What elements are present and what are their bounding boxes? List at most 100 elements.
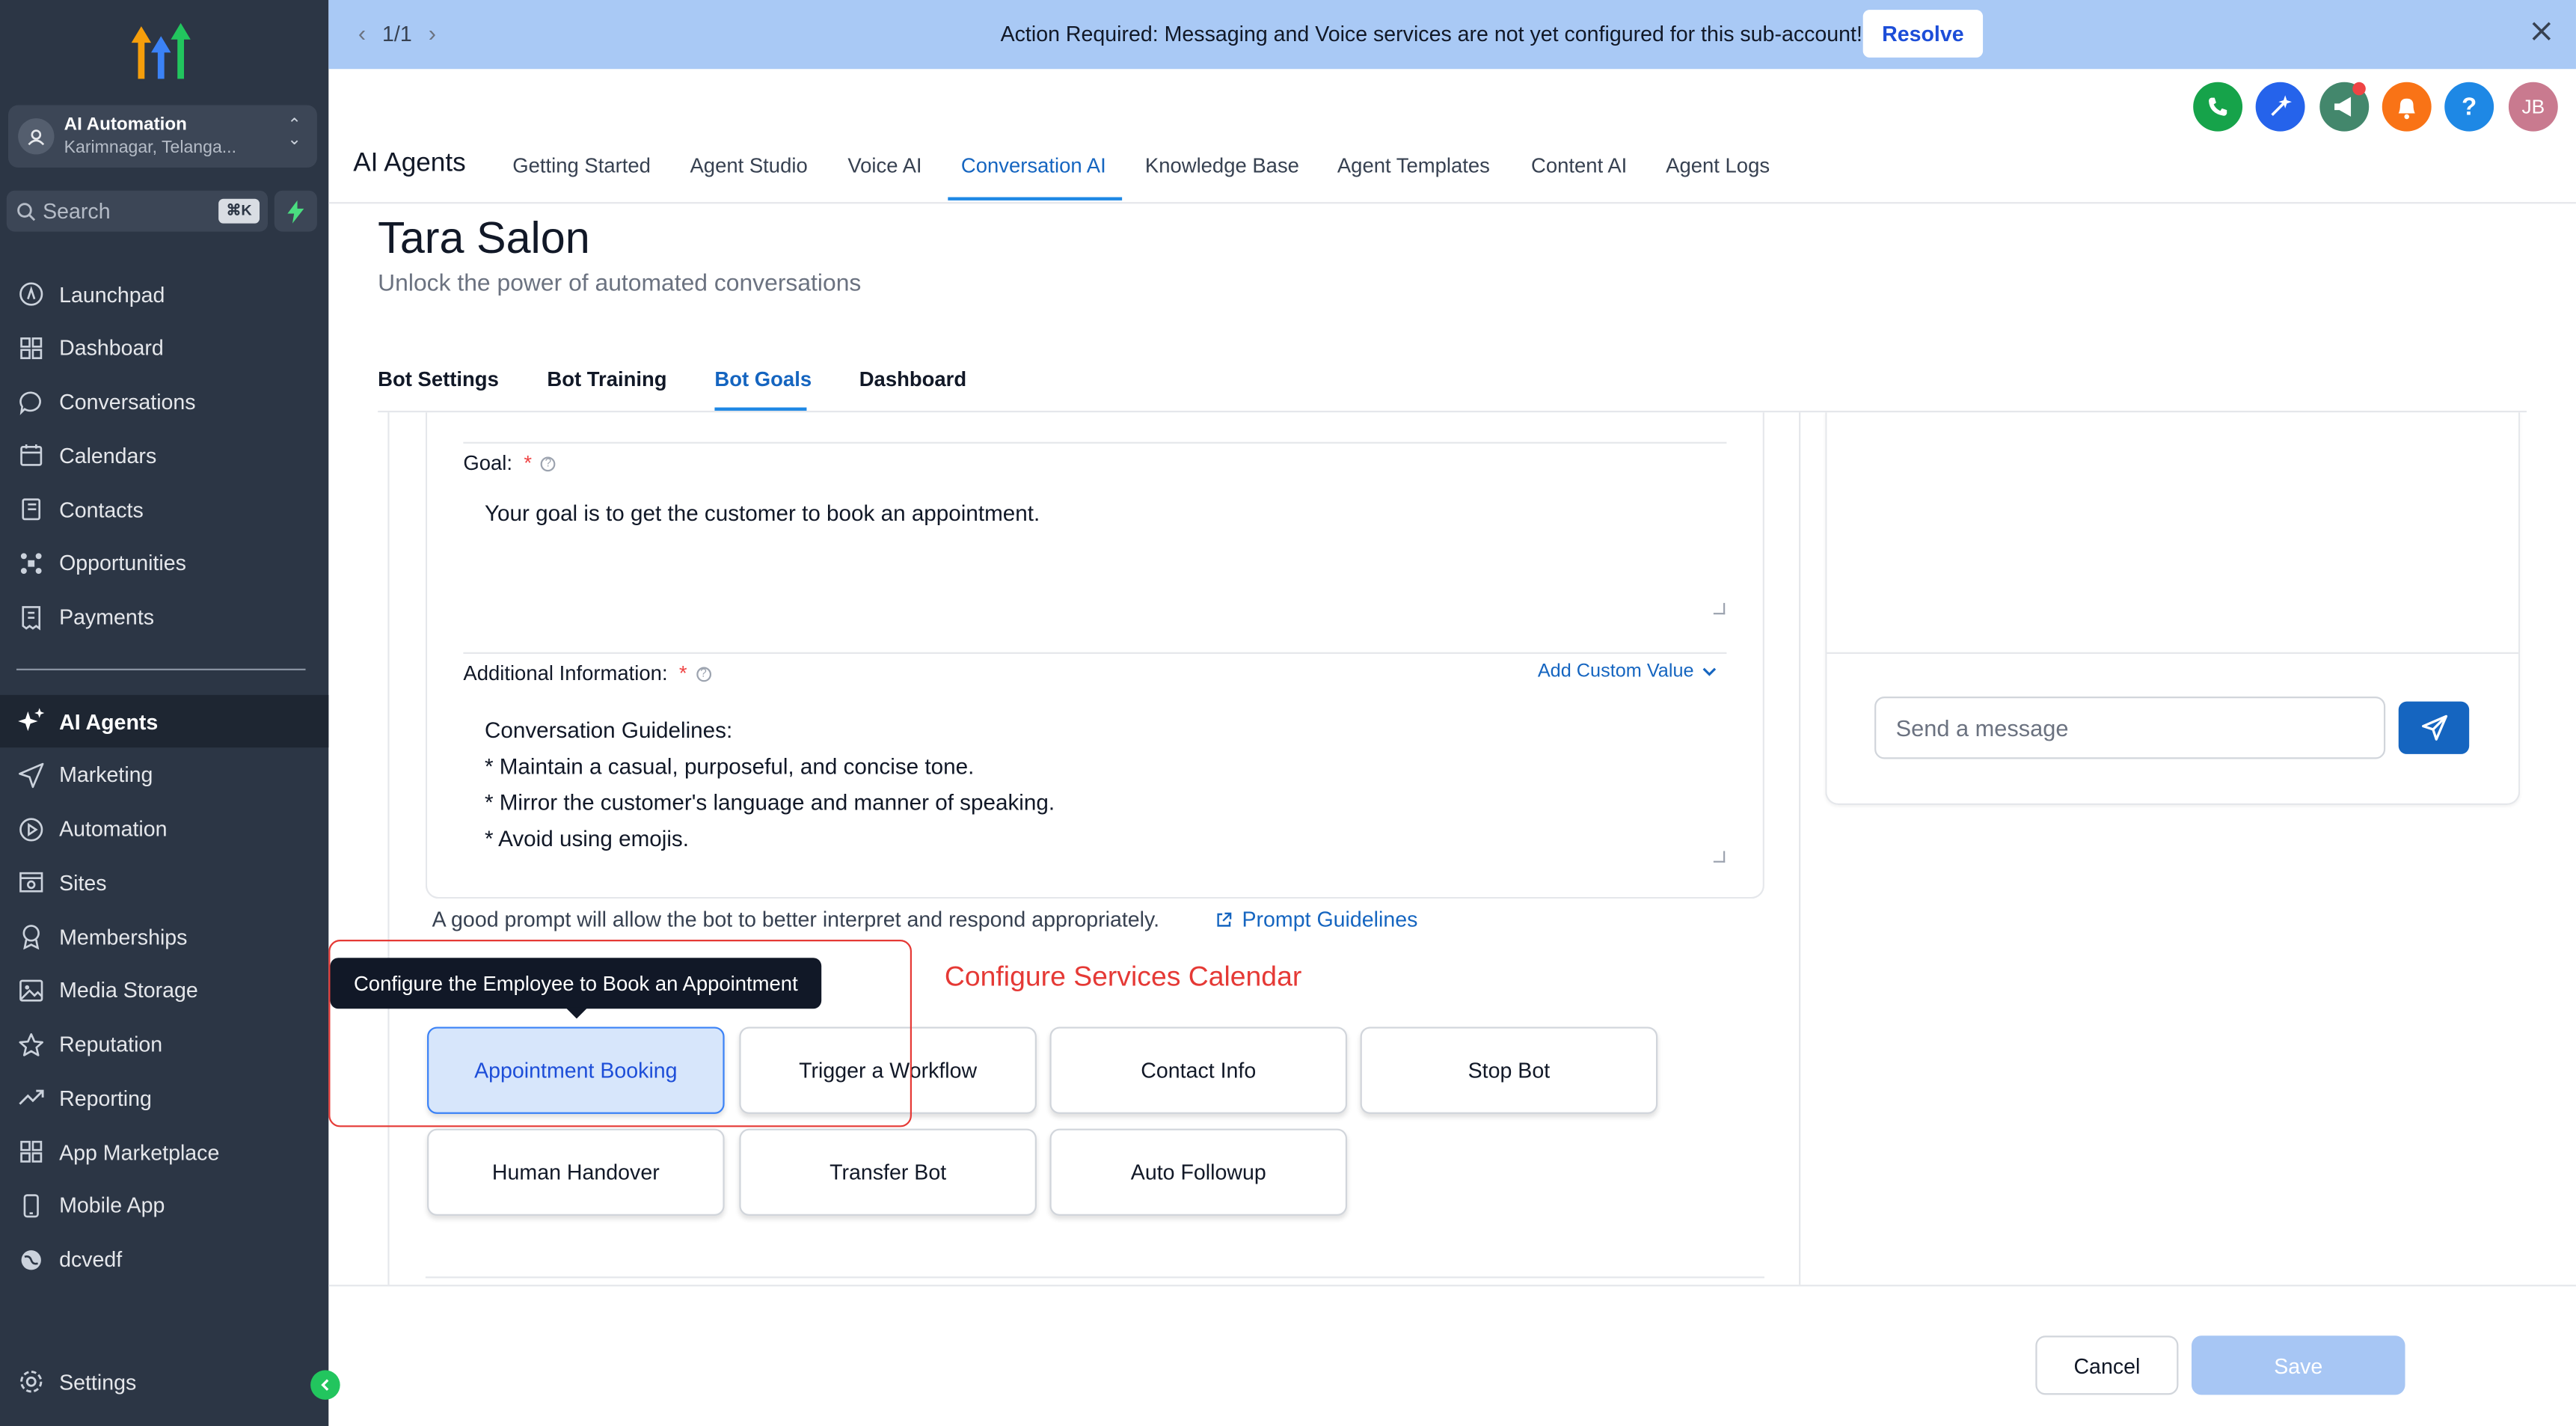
sidebar-item-mobile-app[interactable]: Mobile App (0, 1179, 328, 1231)
pager-count: 1/1 (382, 20, 412, 46)
action-required-banner: ‹ 1/1 › Action Required: Messaging and V… (328, 0, 2576, 70)
info-icon[interactable]: ? (541, 456, 556, 472)
sidebar-item-app-marketplace[interactable]: App Marketplace (0, 1125, 328, 1178)
chevron-left-icon[interactable]: ‹ (358, 19, 366, 46)
banner-pager: ‹ 1/1 › (358, 19, 436, 46)
phone-button[interactable] (2193, 82, 2243, 132)
sidebar-item-launchpad[interactable]: Launchpad (0, 268, 328, 320)
sidebar-item-label: AI Agents (59, 709, 159, 734)
opportunities-icon (16, 548, 46, 578)
prompt-guidelines-link[interactable]: Prompt Guidelines (1215, 907, 1417, 931)
trend-icon (16, 1083, 46, 1113)
announcements-button[interactable] (2319, 82, 2370, 132)
auto-followup-button[interactable]: Auto Followup (1049, 1128, 1348, 1216)
apps-icon (16, 1137, 46, 1167)
quick-action-button[interactable] (274, 190, 317, 232)
ai-assistant-button[interactable] (2255, 82, 2305, 132)
tab-agent-logs[interactable]: Agent Logs (1666, 154, 1770, 177)
textarea-line: * Maintain a casual, purposeful, and con… (484, 753, 975, 779)
transfer-bot-button[interactable]: Transfer Bot (739, 1128, 1037, 1216)
goal-label-text: Goal: (463, 451, 513, 475)
search-shortcut: ⌘K (218, 198, 260, 224)
prompt-hint: A good prompt will allow the bot to bett… (432, 907, 1160, 932)
brand-logo[interactable] (128, 19, 194, 82)
sidebar-item-payments[interactable]: Payments (0, 590, 328, 643)
sidebar-item-sites[interactable]: Sites (0, 857, 328, 909)
cancel-button[interactable]: Cancel (2035, 1335, 2179, 1395)
account-switcher[interactable]: AI Automation Karimnagar, Telanga... ⌃ ⌄ (7, 105, 317, 168)
sidebar-item-reputation[interactable]: Reputation (0, 1018, 328, 1070)
annotation-callout: Configure Services Calendar (944, 961, 1302, 993)
tab-voice-ai[interactable]: Voice AI (847, 154, 921, 177)
user-avatar[interactable]: JB (2508, 82, 2558, 132)
location-icon (18, 118, 55, 155)
tab-content-ai[interactable]: Content AI (1531, 154, 1627, 177)
sidebar-item-conversations[interactable]: Conversations (0, 376, 328, 428)
calendar-icon (16, 441, 46, 471)
sidebar-item-media-storage[interactable]: Media Storage (0, 964, 328, 1016)
human-handover-button[interactable]: Human Handover (427, 1128, 725, 1216)
sidebar-item-marketing[interactable]: Marketing (0, 749, 328, 801)
field-divider (463, 652, 1727, 654)
subtab-bot-training[interactable]: Bot Training (547, 368, 666, 391)
goal-label: Goal: * ? (463, 451, 556, 475)
additional-label-text: Additional Information: (463, 661, 668, 685)
tooltip: Configure the Employee to Book an Appoin… (330, 958, 822, 1009)
sidebar-item-label: Mobile App (59, 1193, 165, 1218)
sidebar-item-ai-agents[interactable]: AI Agents (0, 694, 329, 748)
sidebar-item-settings[interactable]: Settings (0, 1356, 328, 1408)
sidebar-item-opportunities[interactable]: Opportunities (0, 537, 328, 590)
subtab-bot-goals[interactable]: Bot Goals (714, 368, 812, 391)
sidebar-item-automation[interactable]: Automation (0, 803, 328, 855)
chevron-updown-icon: ⌃ ⌄ (287, 116, 301, 150)
sidebar-item-dashboard[interactable]: Dashboard (0, 322, 328, 374)
bell-icon (2398, 97, 2415, 119)
chevron-right-icon[interactable]: › (429, 19, 436, 46)
required-asterisk: * (673, 661, 687, 685)
banner-message: Action Required: Messaging and Voice ser… (1000, 21, 1862, 46)
contact-info-button[interactable]: Contact Info (1049, 1026, 1348, 1114)
close-icon[interactable] (2530, 19, 2553, 51)
tab-agent-templates[interactable]: Agent Templates (1337, 154, 1490, 177)
send-message-button[interactable] (2398, 701, 2470, 754)
megaphone-icon (2334, 97, 2352, 117)
stop-bot-button[interactable]: Stop Bot (1360, 1026, 1658, 1114)
search-input[interactable]: Search ⌘K (6, 190, 269, 232)
goal-textarea[interactable]: Your goal is to get the customer to book… (485, 501, 1040, 526)
sidebar-item-dcvedf[interactable]: dcvedf (0, 1233, 328, 1285)
required-asterisk: * (518, 451, 533, 475)
phone-icon (2209, 97, 2227, 116)
collapse-sidebar-button[interactable] (310, 1370, 340, 1400)
resolve-button[interactable]: Resolve (1862, 10, 1984, 58)
sidebar-item-label: Reporting (59, 1085, 152, 1110)
help-button[interactable]: ? (2444, 82, 2494, 132)
panel-border (1799, 412, 1801, 1285)
resize-handle-icon[interactable] (1713, 851, 1726, 863)
subtab-dashboard[interactable]: Dashboard (859, 368, 966, 391)
info-icon[interactable]: ? (696, 667, 711, 682)
sidebar-item-contacts[interactable]: Contacts (0, 483, 328, 536)
sidebar-item-calendars[interactable]: Calendars (0, 429, 328, 482)
resize-handle-icon[interactable] (1713, 602, 1726, 615)
grid-icon (16, 333, 46, 363)
rocket-icon (16, 279, 46, 309)
notifications-button[interactable] (2382, 82, 2432, 132)
sidebar-item-label: Marketing (59, 762, 153, 788)
add-custom-value-dropdown[interactable]: Add Custom Value (1538, 662, 1717, 682)
additional-info-textarea[interactable]: Conversation Guidelines: * Maintain a ca… (485, 713, 1055, 857)
tab-agent-studio[interactable]: Agent Studio (690, 154, 807, 177)
sidebar-item-reporting[interactable]: Reporting (0, 1071, 328, 1124)
sidebar-item-memberships[interactable]: Memberships (0, 911, 328, 963)
subtab-bot-settings[interactable]: Bot Settings (378, 368, 499, 391)
phone-icon (16, 1190, 46, 1220)
chevron-down-icon (1702, 667, 1717, 676)
topnav-border (328, 202, 2576, 204)
sidebar-item-label: Media Storage (59, 978, 198, 1003)
tab-getting-started[interactable]: Getting Started (512, 154, 651, 177)
save-button[interactable]: Save (2191, 1335, 2405, 1395)
chat-message-input[interactable] (1874, 697, 2386, 759)
tab-knowledge-base[interactable]: Knowledge Base (1145, 154, 1299, 177)
sidebar-item-label: Contacts (59, 497, 144, 522)
tab-conversation-ai[interactable]: Conversation AI (961, 154, 1106, 177)
image-icon (16, 976, 46, 1006)
